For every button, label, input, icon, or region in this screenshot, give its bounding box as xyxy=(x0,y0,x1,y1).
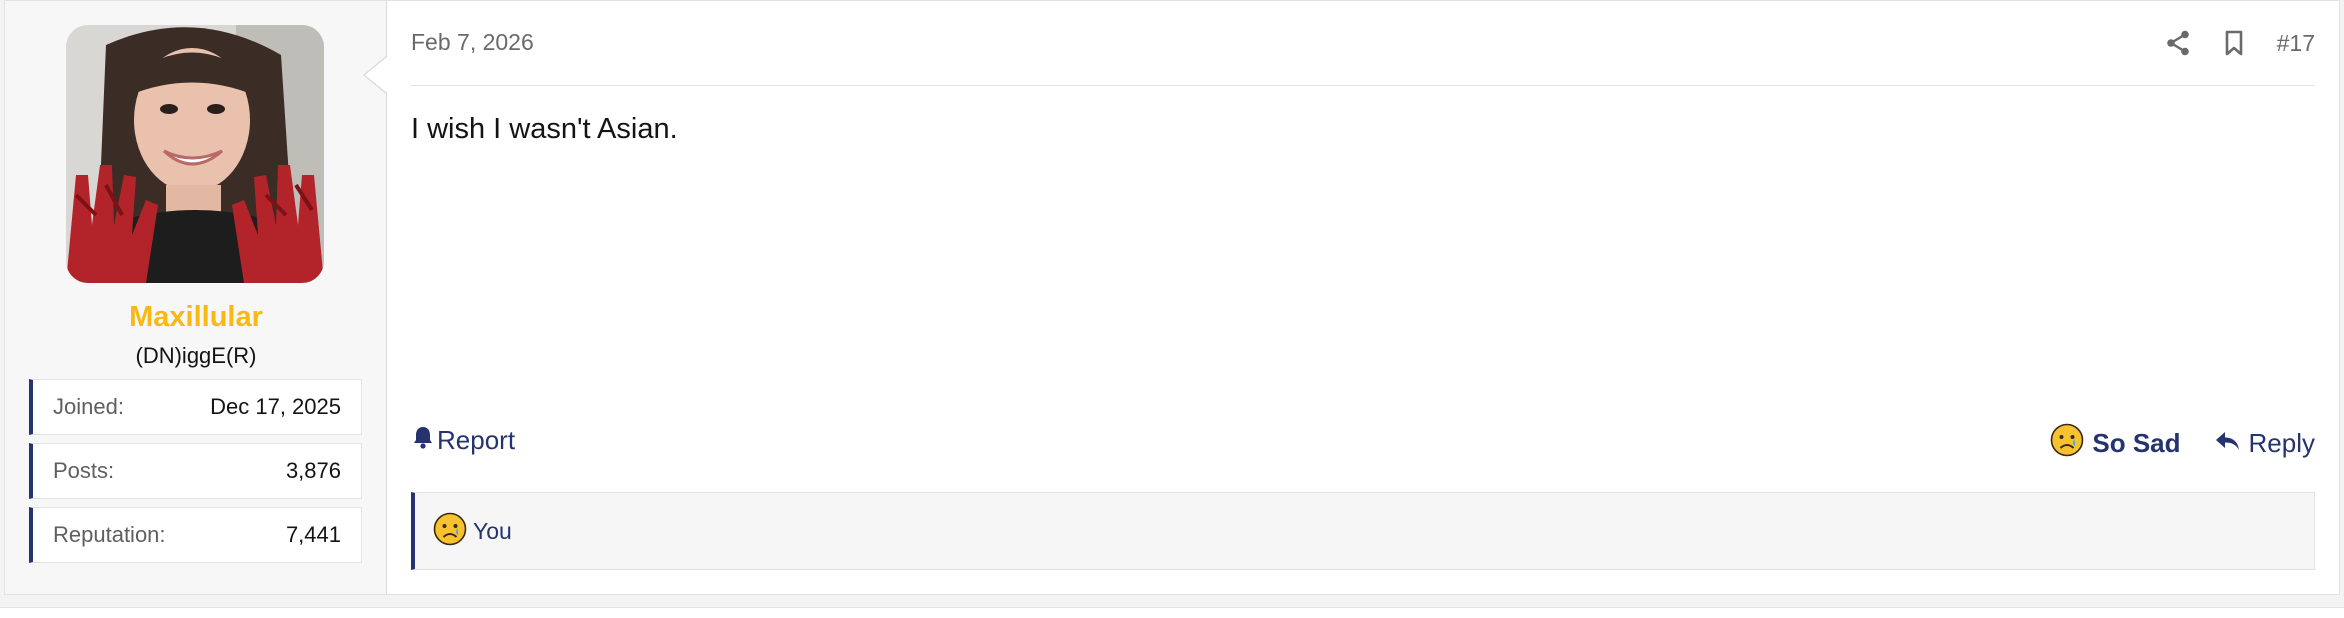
post-arrow xyxy=(365,57,387,93)
stat-joined: Joined: Dec 17, 2025 xyxy=(29,379,362,435)
sad-face-icon xyxy=(433,512,467,551)
post-date-link[interactable]: Feb 7, 2026 xyxy=(411,29,534,56)
reactions-bar[interactable]: You xyxy=(411,492,2315,570)
report-label: Report xyxy=(437,425,516,455)
stat-label: Posts: xyxy=(53,458,115,483)
stat-value: Dec 17, 2025 xyxy=(210,394,341,419)
header-divider xyxy=(411,85,2315,86)
next-post-edge xyxy=(0,607,2344,618)
share-icon[interactable] xyxy=(2165,28,2191,58)
report-button[interactable]: Report xyxy=(413,425,515,456)
bookmark-icon[interactable] xyxy=(2221,28,2247,58)
sad-face-icon xyxy=(2050,423,2084,464)
stat-value: 7,441 xyxy=(285,522,341,547)
post-number-link[interactable]: #17 xyxy=(2277,30,2315,57)
user-info-column: Maxillular (DN)iggE(R) Joined: Dec 17, 2… xyxy=(5,1,387,594)
avatar[interactable] xyxy=(66,25,324,283)
post-container: Maxillular (DN)iggE(R) Joined: Dec 17, 2… xyxy=(4,0,2340,595)
reaction-button[interactable]: So Sad xyxy=(2050,423,2181,464)
post-body: I wish I wasn't Asian. xyxy=(411,113,678,145)
stat-posts: Posts: 3,876 xyxy=(29,443,362,499)
stat-reputation: Reputation: 7,441 xyxy=(29,507,362,563)
stat-value: 3,876 xyxy=(285,458,341,483)
bell-icon xyxy=(413,425,433,456)
reactions-list-link[interactable]: You xyxy=(473,518,512,545)
reply-button[interactable]: Reply xyxy=(2215,428,2315,459)
reaction-label: So Sad xyxy=(2092,428,2181,458)
stat-label: Reputation: xyxy=(53,522,166,547)
reply-arrow-icon xyxy=(2215,428,2241,459)
user-title: (DN)iggE(R) xyxy=(135,343,257,368)
post-footer-actions: So Sad Reply xyxy=(2050,423,2315,464)
post-main-column: Feb 7, 2026 #17 I wish I wasn't Asian. R… xyxy=(387,1,2339,594)
post-header-actions: #17 xyxy=(2165,25,2315,61)
stat-label: Joined: xyxy=(53,394,124,419)
reply-label: Reply xyxy=(2248,428,2315,458)
username-link[interactable]: Maxillular xyxy=(5,301,387,334)
